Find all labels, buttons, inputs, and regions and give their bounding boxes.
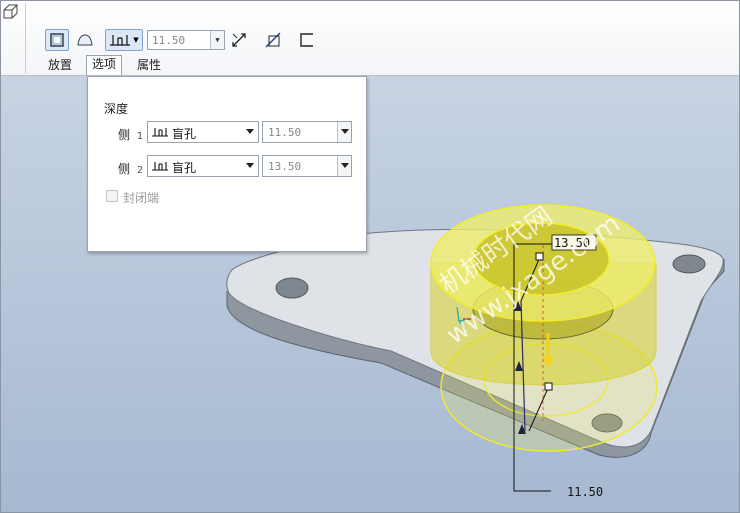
remove-material-button[interactable]	[263, 29, 283, 51]
options-panel: 深度 侧 1 盲孔 11.50 侧 2 盲孔 13.50 封闭端	[87, 76, 367, 252]
solid-icon	[50, 33, 64, 47]
solid-button[interactable]	[45, 29, 69, 51]
tab-placement[interactable]: 放置	[48, 56, 72, 74]
side2-number: 2	[136, 165, 144, 176]
toolbar-separator	[25, 3, 26, 73]
blind-depth-icon	[110, 35, 131, 46]
side1-depth-value-input[interactable]: 11.50	[262, 121, 352, 143]
side2-label: 侧 2	[118, 160, 143, 177]
surface-button[interactable]	[73, 29, 97, 51]
remove-material-icon	[265, 32, 281, 48]
flip-direction-icon	[232, 33, 246, 47]
tab-properties[interactable]: 属性	[137, 56, 161, 74]
dimension-bottom-value[interactable]: 11.50	[567, 485, 603, 499]
depth-value: 11.50	[152, 34, 186, 47]
chevron-down-icon: ▼	[133, 36, 139, 44]
side2-depth-value-input[interactable]: 13.50	[262, 155, 352, 177]
side1-label-text: 侧	[118, 128, 131, 142]
side2-depth-value: 13.50	[268, 160, 302, 173]
drag-handle-bottom[interactable]	[544, 382, 553, 391]
chevron-down-icon	[341, 129, 349, 134]
depth-value-combo[interactable]: 11.50 ▼	[147, 30, 225, 50]
blind-depth-icon	[152, 162, 168, 171]
tab-options[interactable]: 选项	[86, 55, 123, 75]
side2-label-text: 侧	[118, 162, 131, 176]
extrude-feature-icon	[3, 4, 19, 19]
chevron-down-icon	[246, 129, 254, 134]
side1-depth-value: 11.50	[268, 126, 302, 139]
thicken-sketch-icon	[300, 33, 313, 47]
side1-label: 侧 1	[118, 126, 143, 143]
side1-value-dropdown[interactable]	[337, 122, 351, 142]
side2-value-dropdown[interactable]	[337, 156, 351, 176]
side2-depth-type: 盲孔	[172, 161, 197, 175]
flip-direction-button[interactable]	[229, 29, 249, 51]
chevron-down-icon[interactable]: ▼	[210, 31, 224, 49]
blind-depth-icon	[152, 128, 168, 137]
extrude-dashboard: ▼ 11.50 ▼ 放置 选项 属性	[1, 1, 739, 76]
side1-number: 1	[136, 131, 144, 142]
depth-label: 深度	[104, 102, 129, 116]
chevron-down-icon	[246, 163, 254, 168]
side2-depth-type-select[interactable]: 盲孔	[147, 155, 259, 177]
mounting-hole-left	[275, 277, 309, 299]
capped-ends-label: 封闭端	[123, 191, 160, 205]
chevron-down-icon	[341, 163, 349, 168]
surface-icon	[77, 34, 93, 46]
thicken-sketch-button[interactable]	[297, 29, 317, 51]
side1-depth-type: 盲孔	[172, 127, 197, 141]
mounting-hole-right	[672, 254, 706, 274]
capped-ends-checkbox[interactable]	[106, 190, 118, 202]
depth-option-button[interactable]: ▼	[105, 29, 143, 51]
side1-depth-type-select[interactable]: 盲孔	[147, 121, 259, 143]
application-window: ▼ 11.50 ▼ 放置 选项 属性 13.50 11.50 机械时代网 www…	[0, 0, 740, 513]
